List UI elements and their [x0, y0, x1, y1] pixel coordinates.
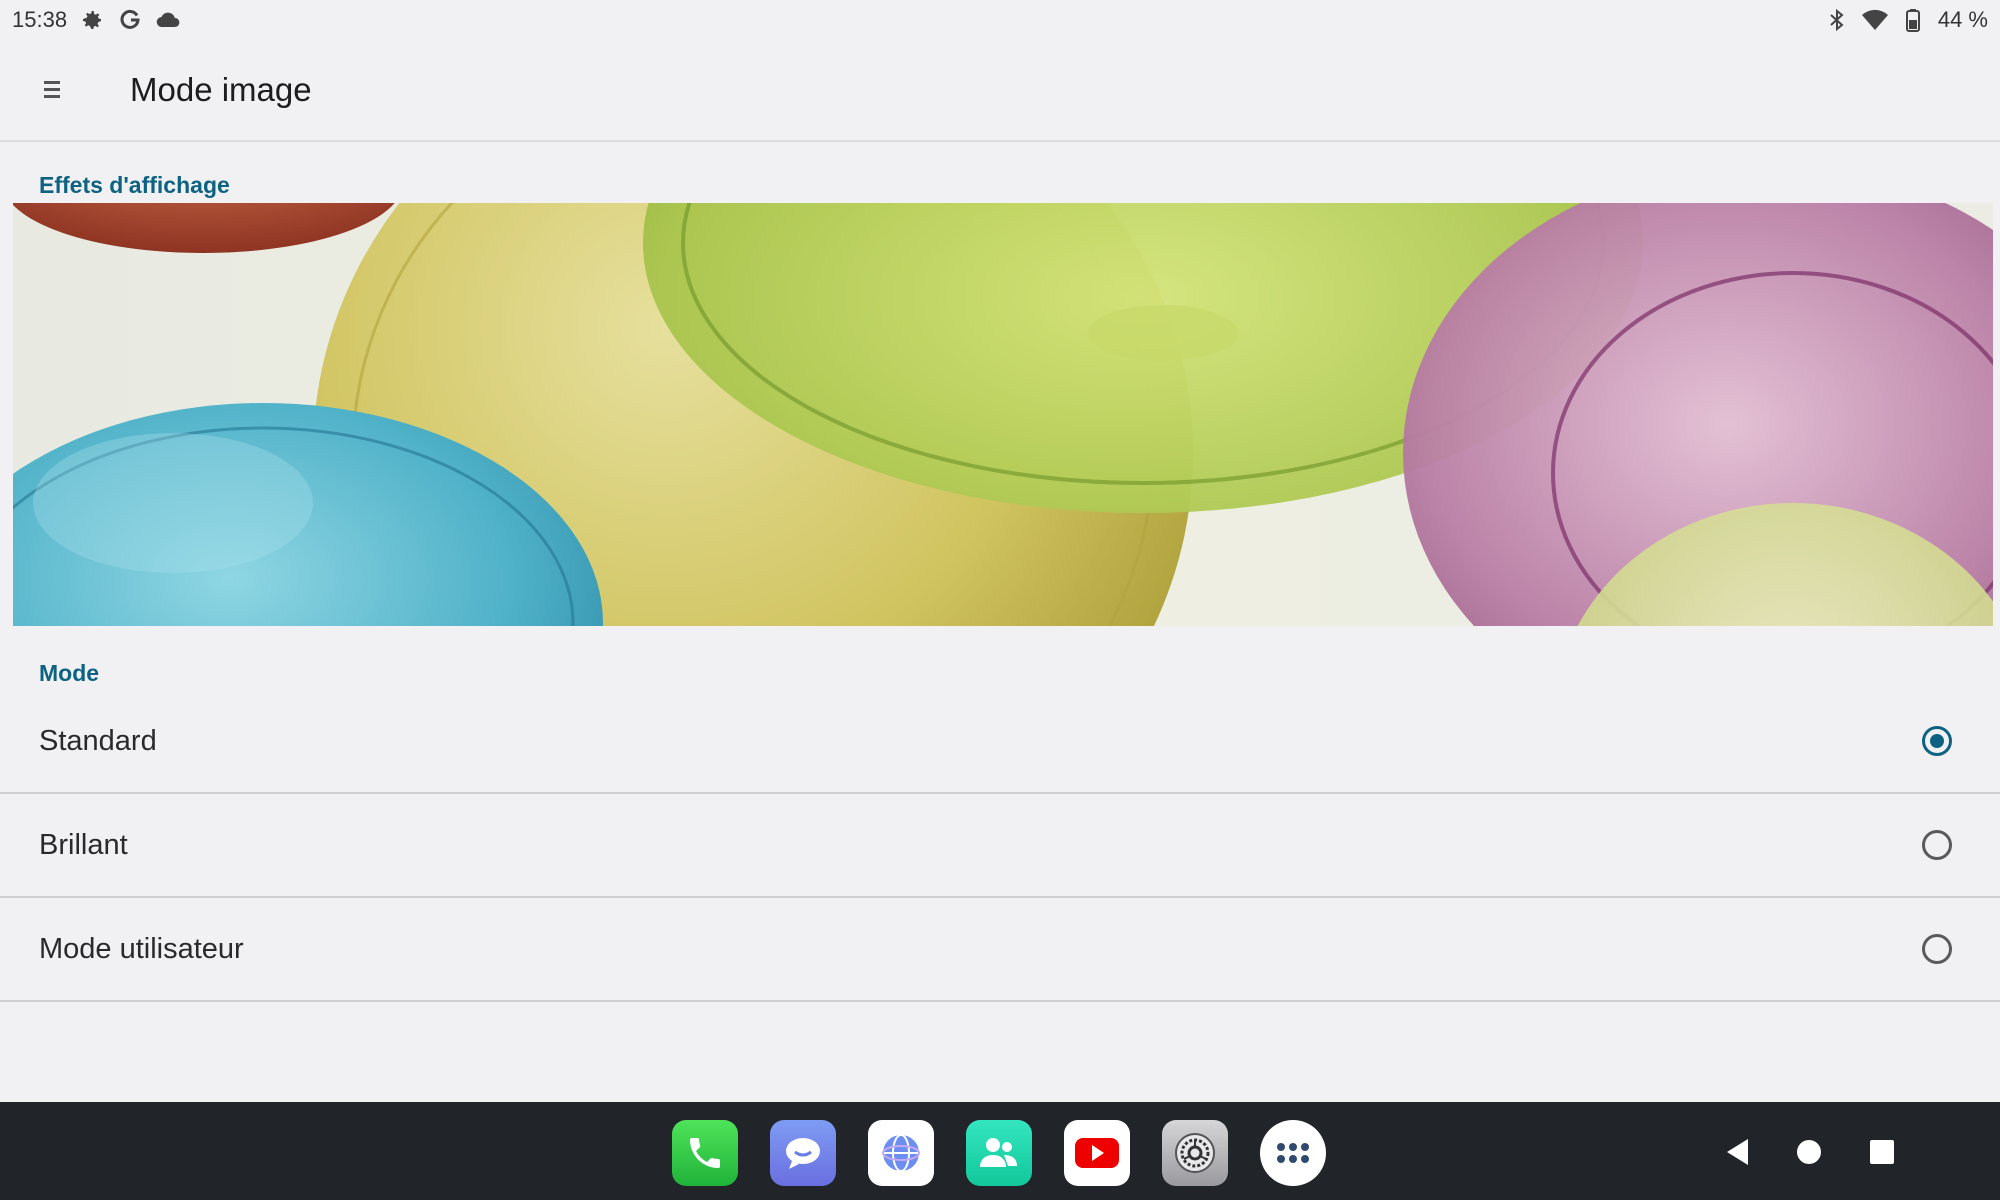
- navigation-bar: [0, 1102, 2000, 1200]
- page-title: Mode image: [130, 71, 312, 108]
- mode-option-label: Mode utilisateur: [39, 932, 244, 965]
- recents-icon[interactable]: [1862, 1132, 1902, 1172]
- status-bar: 15:38 44 %: [0, 0, 2000, 40]
- section-label-mode: Mode: [39, 660, 100, 686]
- cloud-icon: [155, 7, 181, 33]
- gear-icon: [79, 7, 105, 33]
- radio-button-user[interactable]: [1922, 934, 1952, 964]
- display-effects-preview-image: [13, 203, 1993, 626]
- app-bar: Mode image: [0, 40, 2000, 142]
- mode-option-user[interactable]: Mode utilisateur: [0, 898, 2000, 1002]
- google-icon: [117, 7, 143, 33]
- wifi-icon: [1861, 7, 1888, 33]
- status-time: 15:38: [12, 7, 68, 32]
- mode-option-brillant[interactable]: Brillant: [0, 794, 2000, 898]
- mode-option-label: Brillant: [39, 828, 128, 861]
- app-dock: [672, 1120, 1326, 1186]
- youtube-icon[interactable]: [1064, 1120, 1130, 1186]
- browser-icon[interactable]: [868, 1120, 934, 1186]
- back-icon[interactable]: [1718, 1132, 1758, 1172]
- mode-option-standard[interactable]: Standard: [0, 690, 2000, 794]
- mode-options-list: Standard Brillant Mode utilisateur: [0, 690, 2000, 1002]
- settings-icon[interactable]: [1162, 1120, 1228, 1186]
- battery-icon: [1900, 7, 1926, 33]
- bluetooth-icon: [1824, 7, 1850, 33]
- radio-button-standard[interactable]: [1922, 726, 1952, 756]
- radio-button-brillant[interactable]: [1922, 830, 1952, 860]
- mode-option-label: Standard: [39, 724, 157, 757]
- battery-percent: 44 %: [1937, 7, 1988, 32]
- contacts-icon[interactable]: [966, 1120, 1032, 1186]
- app-drawer-icon[interactable]: [1260, 1120, 1326, 1186]
- section-label-effects: Effets d'affichage: [39, 172, 230, 198]
- messages-icon[interactable]: [770, 1120, 836, 1186]
- phone-icon[interactable]: [672, 1120, 738, 1186]
- hamburger-menu-icon[interactable]: [26, 63, 80, 117]
- home-icon[interactable]: [1789, 1132, 1829, 1172]
